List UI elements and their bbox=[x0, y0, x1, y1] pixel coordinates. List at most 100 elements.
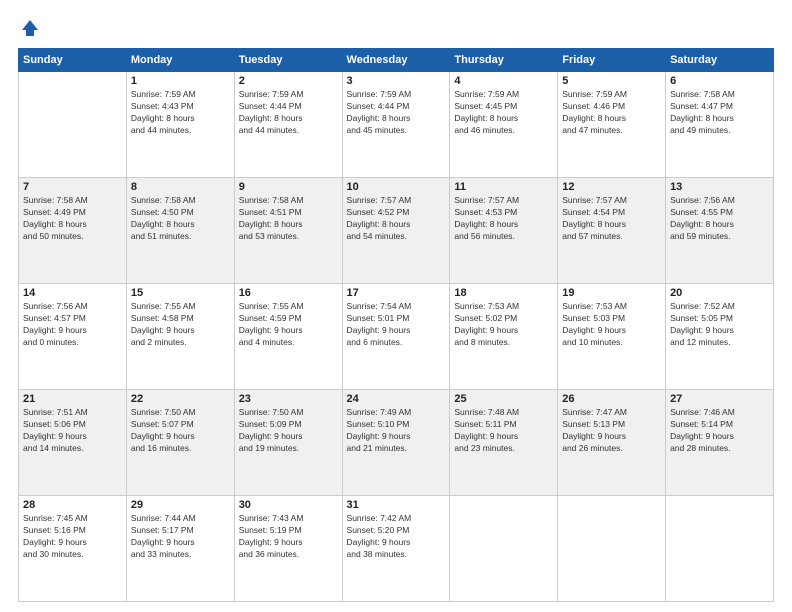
cell-content: Sunrise: 7:50 AMSunset: 5:07 PMDaylight:… bbox=[131, 407, 230, 455]
logo bbox=[18, 18, 42, 38]
calendar-cell bbox=[558, 496, 666, 602]
weekday-header-wednesday: Wednesday bbox=[342, 49, 450, 72]
day-number: 1 bbox=[131, 75, 230, 87]
day-number: 15 bbox=[131, 287, 230, 299]
day-number: 29 bbox=[131, 499, 230, 511]
week-row-0: 1 Sunrise: 7:59 AMSunset: 4:43 PMDaylight… bbox=[19, 72, 774, 178]
calendar-cell: 13 Sunrise: 7:56 AMSunset: 4:55 PMDayligh… bbox=[666, 178, 774, 284]
calendar-cell: 31 Sunrise: 7:42 AMSunset: 5:20 PMDayligh… bbox=[342, 496, 450, 602]
calendar-cell: 10 Sunrise: 7:57 AMSunset: 4:52 PMDayligh… bbox=[342, 178, 450, 284]
day-number: 31 bbox=[347, 499, 446, 511]
calendar-cell: 26 Sunrise: 7:47 AMSunset: 5:13 PMDayligh… bbox=[558, 390, 666, 496]
day-number: 13 bbox=[670, 181, 769, 193]
calendar-cell: 4Sunrise: 7:59 AMSunset: 4:45 PMDaylight… bbox=[450, 72, 558, 178]
cell-content: Sunrise: 7:51 AMSunset: 5:06 PMDaylight:… bbox=[23, 407, 122, 455]
cell-content: Sunrise: 7:52 AMSunset: 5:05 PMDaylight:… bbox=[670, 301, 769, 349]
calendar-cell bbox=[666, 496, 774, 602]
day-number: 10 bbox=[347, 181, 446, 193]
weekday-header-row: SundayMondayTuesdayWednesdayThursdayFrid… bbox=[19, 49, 774, 72]
day-number: 8 bbox=[131, 181, 230, 193]
week-row-3: 21 Sunrise: 7:51 AMSunset: 5:06 PMDayligh… bbox=[19, 390, 774, 496]
calendar-cell: 1 Sunrise: 7:59 AMSunset: 4:43 PMDaylight… bbox=[126, 72, 234, 178]
weekday-header-saturday: Saturday bbox=[666, 49, 774, 72]
week-row-2: 14Sunrise: 7:56 AMSunset: 4:57 PMDayligh… bbox=[19, 284, 774, 390]
calendar-cell: 7 Sunrise: 7:58 AMSunset: 4:49 PMDaylight… bbox=[19, 178, 127, 284]
calendar-cell: 12 Sunrise: 7:57 AMSunset: 4:54 PMDayligh… bbox=[558, 178, 666, 284]
cell-content: Sunrise: 7:50 AMSunset: 5:09 PMDaylight:… bbox=[239, 407, 338, 455]
week-row-4: 28Sunrise: 7:45 AMSunset: 5:16 PMDayligh… bbox=[19, 496, 774, 602]
calendar-cell: 18Sunrise: 7:53 AMSunset: 5:02 PMDayligh… bbox=[450, 284, 558, 390]
cell-content: Sunrise: 7:42 AMSunset: 5:20 PMDaylight:… bbox=[347, 513, 446, 561]
day-number: 26 bbox=[562, 393, 661, 405]
day-number: 2 bbox=[239, 75, 338, 87]
cell-content: Sunrise: 7:59 AMSunset: 4:43 PMDaylight:… bbox=[131, 89, 230, 137]
cell-content: Sunrise: 7:48 AMSunset: 5:11 PMDaylight:… bbox=[454, 407, 553, 455]
cell-content: Sunrise: 7:59 AMSunset: 4:44 PMDaylight:… bbox=[347, 89, 446, 137]
calendar-cell: 9 Sunrise: 7:58 AMSunset: 4:51 PMDaylight… bbox=[234, 178, 342, 284]
day-number: 5 bbox=[562, 75, 661, 87]
cell-content: Sunrise: 7:57 AMSunset: 4:54 PMDaylight:… bbox=[562, 195, 661, 243]
day-number: 20 bbox=[670, 287, 769, 299]
calendar-cell: 22 Sunrise: 7:50 AMSunset: 5:07 PMDayligh… bbox=[126, 390, 234, 496]
calendar-cell: 19 Sunrise: 7:53 AMSunset: 5:03 PMDayligh… bbox=[558, 284, 666, 390]
cell-content: Sunrise: 7:55 AMSunset: 4:59 PMDaylight:… bbox=[239, 301, 338, 349]
calendar-cell: 16 Sunrise: 7:55 AMSunset: 4:59 PMDayligh… bbox=[234, 284, 342, 390]
day-number: 25 bbox=[454, 393, 553, 405]
header bbox=[18, 18, 774, 38]
calendar-cell: 2Sunrise: 7:59 AMSunset: 4:44 PMDaylight… bbox=[234, 72, 342, 178]
cell-content: Sunrise: 7:53 AMSunset: 5:03 PMDaylight:… bbox=[562, 301, 661, 349]
day-number: 3 bbox=[347, 75, 446, 87]
weekday-header-friday: Friday bbox=[558, 49, 666, 72]
cell-content: Sunrise: 7:58 AMSunset: 4:49 PMDaylight:… bbox=[23, 195, 122, 243]
cell-content: Sunrise: 7:46 AMSunset: 5:14 PMDaylight:… bbox=[670, 407, 769, 455]
cell-content: Sunrise: 7:58 AMSunset: 4:47 PMDaylight:… bbox=[670, 89, 769, 137]
logo-icon bbox=[20, 18, 40, 38]
day-number: 23 bbox=[239, 393, 338, 405]
cell-content: Sunrise: 7:54 AMSunset: 5:01 PMDaylight:… bbox=[347, 301, 446, 349]
day-number: 6 bbox=[670, 75, 769, 87]
cell-content: Sunrise: 7:44 AMSunset: 5:17 PMDaylight:… bbox=[131, 513, 230, 561]
calendar-cell: 5 Sunrise: 7:59 AMSunset: 4:46 PMDaylight… bbox=[558, 72, 666, 178]
cell-content: Sunrise: 7:59 AMSunset: 4:46 PMDaylight:… bbox=[562, 89, 661, 137]
calendar-cell: 20 Sunrise: 7:52 AMSunset: 5:05 PMDayligh… bbox=[666, 284, 774, 390]
cell-content: Sunrise: 7:58 AMSunset: 4:50 PMDaylight:… bbox=[131, 195, 230, 243]
day-number: 16 bbox=[239, 287, 338, 299]
cell-content: Sunrise: 7:57 AMSunset: 4:52 PMDaylight:… bbox=[347, 195, 446, 243]
page: SundayMondayTuesdayWednesdayThursdayFrid… bbox=[0, 0, 792, 612]
calendar-cell: 17 Sunrise: 7:54 AMSunset: 5:01 PMDayligh… bbox=[342, 284, 450, 390]
calendar-cell: 14Sunrise: 7:56 AMSunset: 4:57 PMDayligh… bbox=[19, 284, 127, 390]
day-number: 22 bbox=[131, 393, 230, 405]
cell-content: Sunrise: 7:56 AMSunset: 4:55 PMDaylight:… bbox=[670, 195, 769, 243]
weekday-header-tuesday: Tuesday bbox=[234, 49, 342, 72]
day-number: 4 bbox=[454, 75, 553, 87]
calendar-cell bbox=[19, 72, 127, 178]
day-number: 9 bbox=[239, 181, 338, 193]
calendar-cell: 11 Sunrise: 7:57 AMSunset: 4:53 PMDayligh… bbox=[450, 178, 558, 284]
day-number: 18 bbox=[454, 287, 553, 299]
calendar-table: SundayMondayTuesdayWednesdayThursdayFrid… bbox=[18, 48, 774, 602]
calendar-cell: 25 Sunrise: 7:48 AMSunset: 5:11 PMDayligh… bbox=[450, 390, 558, 496]
cell-content: Sunrise: 7:49 AMSunset: 5:10 PMDaylight:… bbox=[347, 407, 446, 455]
day-number: 27 bbox=[670, 393, 769, 405]
calendar-cell: 15 Sunrise: 7:55 AMSunset: 4:58 PMDayligh… bbox=[126, 284, 234, 390]
day-number: 11 bbox=[454, 181, 553, 193]
day-number: 19 bbox=[562, 287, 661, 299]
cell-content: Sunrise: 7:58 AMSunset: 4:51 PMDaylight:… bbox=[239, 195, 338, 243]
calendar-cell: 24 Sunrise: 7:49 AMSunset: 5:10 PMDayligh… bbox=[342, 390, 450, 496]
day-number: 12 bbox=[562, 181, 661, 193]
day-number: 30 bbox=[239, 499, 338, 511]
day-number: 24 bbox=[347, 393, 446, 405]
cell-content: Sunrise: 7:56 AMSunset: 4:57 PMDaylight:… bbox=[23, 301, 122, 349]
week-row-1: 7 Sunrise: 7:58 AMSunset: 4:49 PMDaylight… bbox=[19, 178, 774, 284]
cell-content: Sunrise: 7:47 AMSunset: 5:13 PMDaylight:… bbox=[562, 407, 661, 455]
day-number: 21 bbox=[23, 393, 122, 405]
cell-content: Sunrise: 7:57 AMSunset: 4:53 PMDaylight:… bbox=[454, 195, 553, 243]
calendar-cell bbox=[450, 496, 558, 602]
calendar-cell: 27 Sunrise: 7:46 AMSunset: 5:14 PMDayligh… bbox=[666, 390, 774, 496]
weekday-header-thursday: Thursday bbox=[450, 49, 558, 72]
cell-content: Sunrise: 7:45 AMSunset: 5:16 PMDaylight:… bbox=[23, 513, 122, 561]
calendar-cell: 30Sunrise: 7:43 AMSunset: 5:19 PMDayligh… bbox=[234, 496, 342, 602]
cell-content: Sunrise: 7:55 AMSunset: 4:58 PMDaylight:… bbox=[131, 301, 230, 349]
day-number: 17 bbox=[347, 287, 446, 299]
day-number: 7 bbox=[23, 181, 122, 193]
